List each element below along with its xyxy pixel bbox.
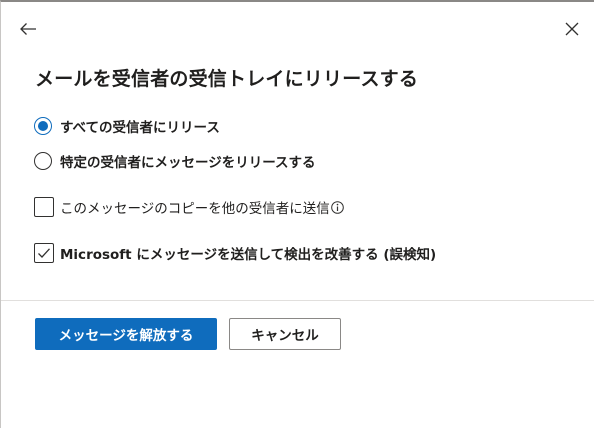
release-specific-label: 特定の受信者にメッセージをリリースする bbox=[60, 155, 316, 171]
send-copy-option[interactable]: このメッセージのコピーを他の受信者に送信 bbox=[34, 197, 344, 217]
close-button[interactable] bbox=[559, 16, 585, 42]
checkmark-icon bbox=[38, 248, 50, 258]
send-copy-checkbox[interactable] bbox=[34, 197, 54, 217]
release-specific-option[interactable]: 特定の受信者にメッセージをリリースする bbox=[34, 151, 316, 171]
improve-detection-label: Microsoft にメッセージを送信して検出を改善する (誤検知) bbox=[60, 247, 437, 263]
release-message-button[interactable]: メッセージを解放する bbox=[35, 318, 217, 350]
back-arrow-icon bbox=[20, 23, 36, 35]
release-specific-radio[interactable] bbox=[34, 152, 52, 170]
send-copy-label: このメッセージのコピーを他の受信者に送信 bbox=[60, 197, 344, 217]
dialog-title: メールを受信者の受信トレイにリリースする bbox=[35, 68, 419, 90]
release-all-label: すべての受信者にリリース bbox=[60, 120, 220, 136]
send-copy-text: このメッセージのコピーを他の受信者に送信 bbox=[60, 201, 330, 217]
footer-divider bbox=[1, 300, 594, 301]
close-icon bbox=[565, 22, 579, 36]
radio-selected-dot bbox=[38, 121, 48, 131]
back-button[interactable] bbox=[15, 16, 41, 42]
cancel-button[interactable]: キャンセル bbox=[229, 318, 341, 350]
release-all-radio[interactable] bbox=[34, 117, 52, 135]
release-email-panel: メールを受信者の受信トレイにリリースする すべての受信者にリリース 特定の受信者… bbox=[0, 0, 594, 428]
info-icon[interactable] bbox=[330, 200, 344, 214]
improve-detection-option[interactable]: Microsoft にメッセージを送信して検出を改善する (誤検知) bbox=[34, 243, 436, 263]
release-all-option[interactable]: すべての受信者にリリース bbox=[34, 116, 220, 136]
improve-detection-checkbox[interactable] bbox=[34, 243, 54, 263]
